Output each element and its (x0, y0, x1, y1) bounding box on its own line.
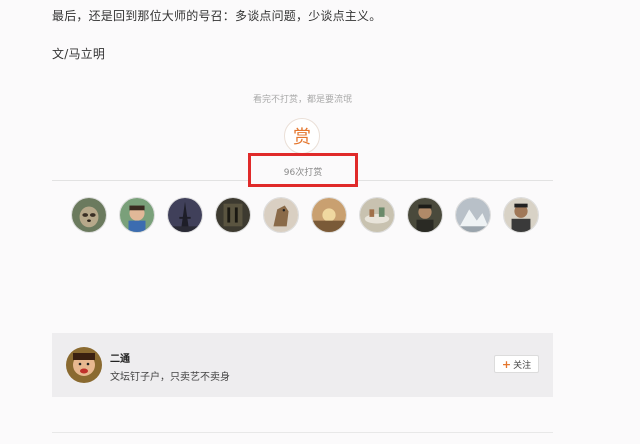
reward-count[interactable]: 96次打赏 (248, 165, 358, 178)
sloth-avatar-icon (72, 198, 106, 232)
supporter-avatar[interactable] (167, 197, 203, 233)
calligraphy-avatar-icon (216, 198, 250, 232)
divider-right (358, 180, 553, 181)
reward-button[interactable]: 赏 (284, 118, 320, 154)
supporter-avatar[interactable] (119, 197, 155, 233)
horse-avatar-icon (264, 198, 298, 232)
supporter-avatar-list (71, 197, 541, 233)
supporter-avatar[interactable] (71, 197, 107, 233)
divider-left (52, 180, 248, 181)
table-avatar-icon (360, 198, 394, 232)
sunset-avatar-icon (312, 198, 346, 232)
plus-icon: + (501, 357, 512, 371)
author-card: 二通 文坛钉子户，只卖艺不卖身 + 关注 (52, 333, 553, 397)
follow-button-label: 关注 (513, 360, 532, 371)
author-name[interactable]: 二通 (110, 350, 130, 365)
author-avatar[interactable] (66, 347, 102, 383)
tower-avatar-icon (168, 198, 202, 232)
follow-button[interactable]: + 关注 (494, 355, 539, 373)
author-bio: 文坛钉子户，只卖艺不卖身 (110, 372, 230, 383)
portrait-avatar-icon (504, 198, 538, 232)
supporter-avatar[interactable] (359, 197, 395, 233)
bottom-divider (52, 432, 553, 433)
author-avatar-icon (66, 347, 102, 383)
supporter-avatar[interactable] (263, 197, 299, 233)
supporter-avatar[interactable] (311, 197, 347, 233)
reward-hint-text: 看完不打赏，都是要流氓 (252, 95, 352, 105)
man-avatar-icon (408, 198, 442, 232)
supporter-avatar[interactable] (407, 197, 443, 233)
supporter-avatar[interactable] (455, 197, 491, 233)
snow-avatar-icon (456, 198, 490, 232)
supporter-avatar[interactable] (215, 197, 251, 233)
supporter-avatar[interactable] (503, 197, 539, 233)
article-author-line: 文/马立明 (52, 47, 106, 61)
child-avatar-icon (120, 198, 154, 232)
article-closing-paragraph: 最后，还是回到那位大师的号召：多谈点问题，少谈点主义。 (52, 9, 382, 23)
